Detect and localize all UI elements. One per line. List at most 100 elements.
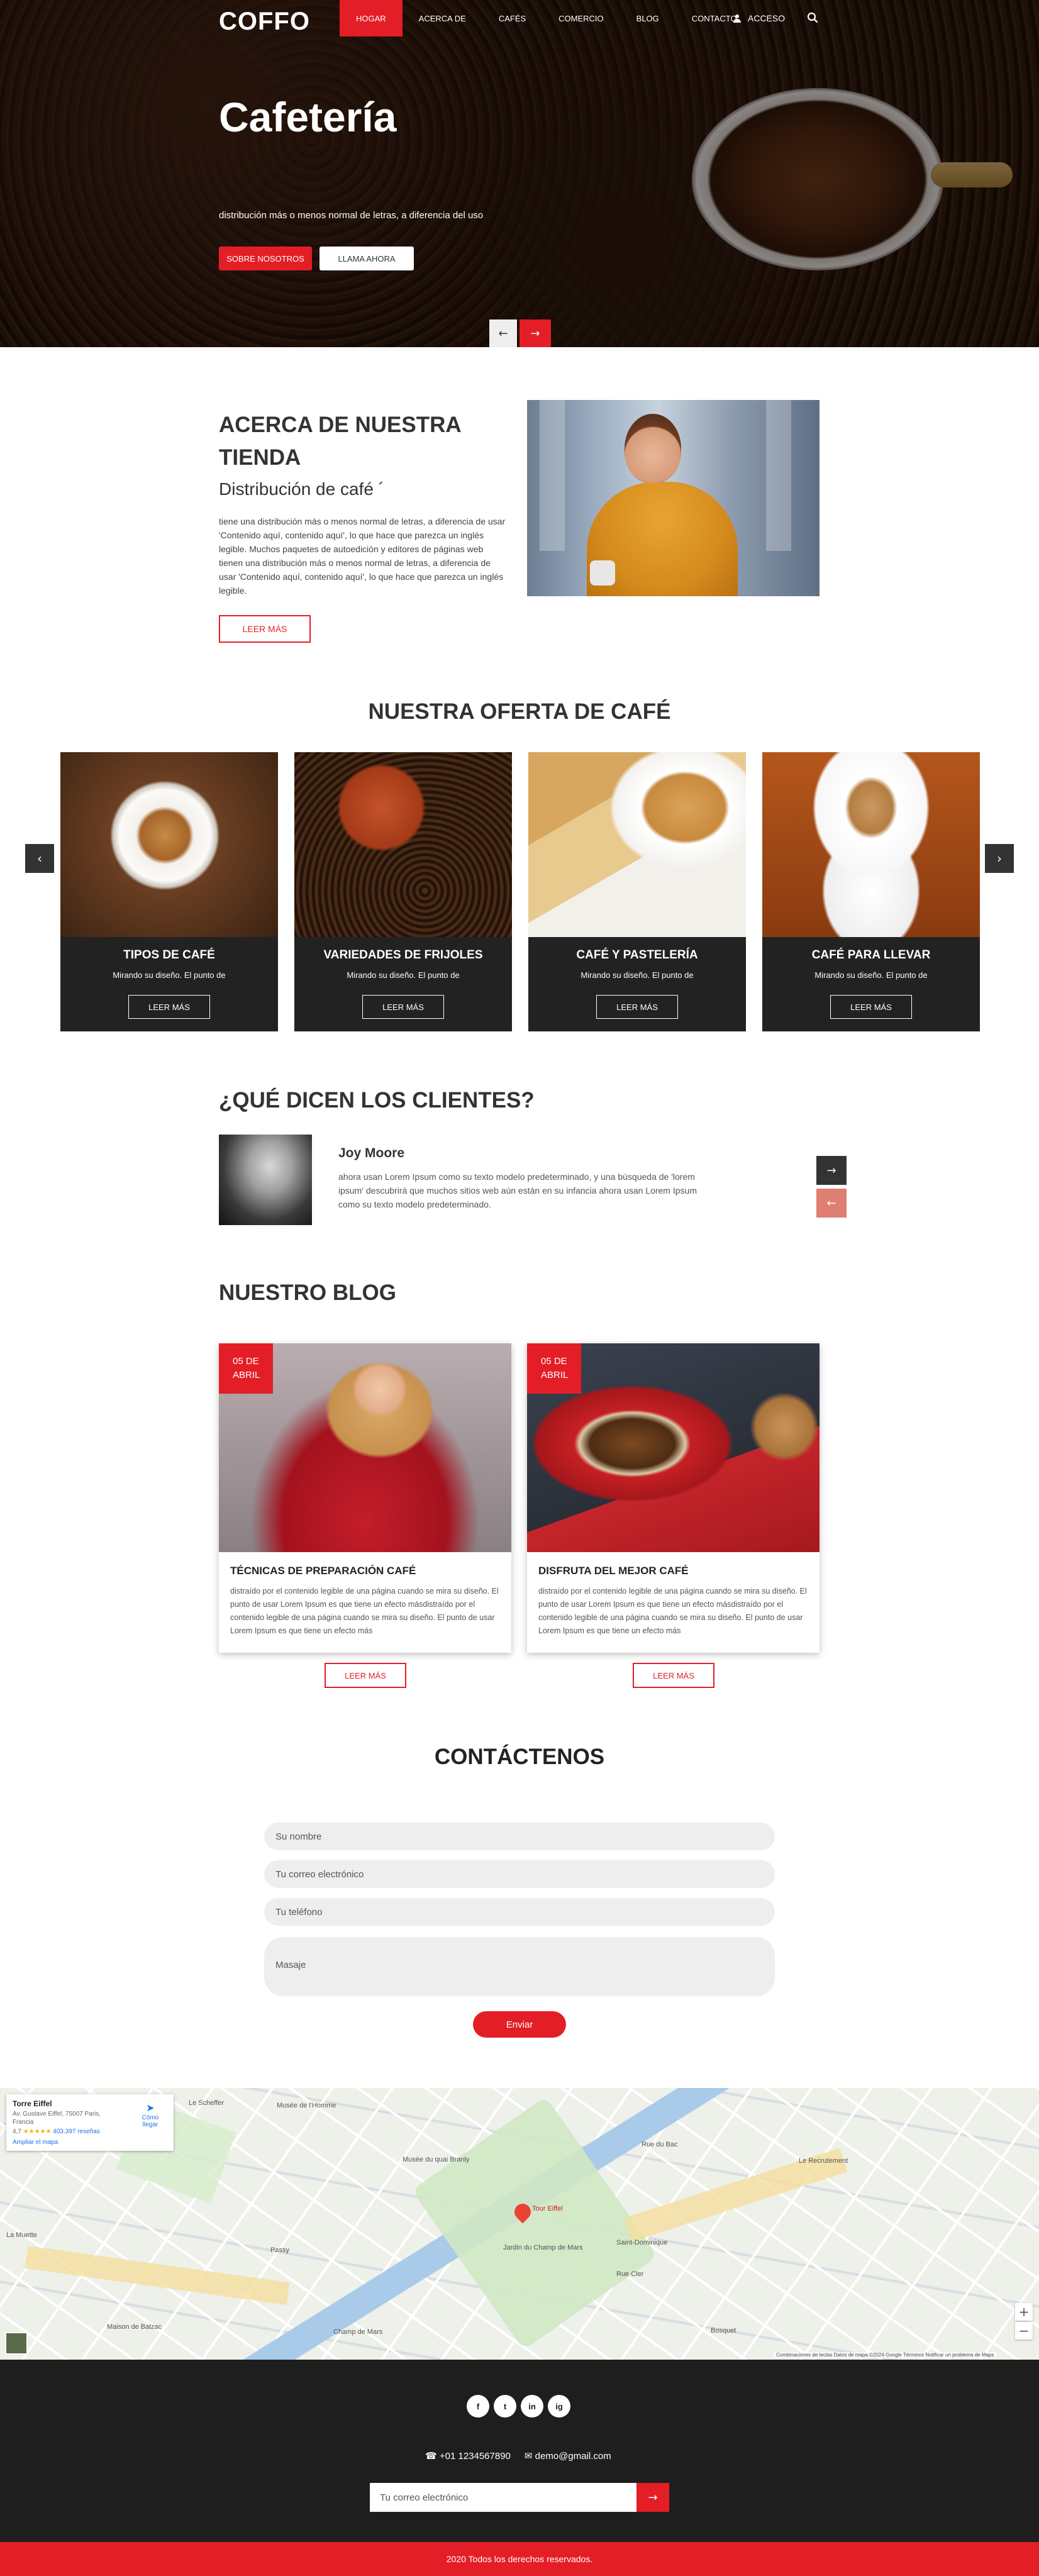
offer-desc: Mirando su diseño. El punto de xyxy=(113,970,226,980)
arrow-left-icon: ← xyxy=(498,326,508,340)
offer-name: TIPOS DE CAFÉ xyxy=(123,948,215,962)
offer-card: TIPOS DE CAFÉ Mirando su diseño. El punt… xyxy=(60,752,278,1031)
blog-date-badge: 05 DE ABRIL xyxy=(219,1343,273,1394)
email-address: demo@gmail.com xyxy=(535,2451,611,2462)
call-now-button[interactable]: LLAMA AHORA xyxy=(319,247,414,270)
enlarge-map-link[interactable]: Ampliar el mapa xyxy=(13,2139,167,2146)
newsletter-submit-button[interactable]: → xyxy=(636,2483,669,2512)
nav-item-coffees[interactable]: CAFÉS xyxy=(482,0,542,36)
map-label: Maison de Balzac xyxy=(107,2323,162,2331)
map-label: La Muette xyxy=(6,2231,37,2239)
map-park xyxy=(411,2096,658,2350)
directions-link[interactable]: ➤ Cómo llegar xyxy=(135,2102,166,2128)
map-label: Bosquet xyxy=(711,2327,736,2334)
offer-desc: Mirando su diseño. El punto de xyxy=(581,970,694,980)
map-pin-label: Tour Eiffel xyxy=(532,2205,563,2212)
message-textarea[interactable] xyxy=(264,1937,775,1996)
offer-next-button[interactable]: › xyxy=(985,844,1014,873)
offer-read-more-button[interactable]: LEER MÁS xyxy=(362,995,444,1019)
blog-post-title[interactable]: TÉCNICAS DE PREPARACIÓN CAFÉ xyxy=(230,1565,416,1577)
blog-date-month: ABRIL xyxy=(541,1370,569,1380)
about-read-more-button[interactable]: LEER MÁS xyxy=(219,615,311,643)
client-avatar xyxy=(219,1135,312,1225)
testimonials-title: ¿QUÉ DICEN LOS CLIENTES? xyxy=(219,1088,535,1113)
reviews-link[interactable]: 403.397 reseñas xyxy=(53,2128,100,2135)
blog-post-title[interactable]: DISFRUTA DEL MEJOR CAFÉ xyxy=(538,1565,689,1577)
coffee-pastry-photo xyxy=(528,752,746,937)
login-label: ACCESO xyxy=(748,13,786,23)
map-road xyxy=(25,2245,290,2306)
offer-read-more-button[interactable]: LEER MÁS xyxy=(596,995,678,1019)
about-text: tiene una distribución más o menos norma… xyxy=(219,516,506,596)
name-input[interactable] xyxy=(264,1823,775,1850)
about-us-button[interactable]: SOBRE NOSOTROS xyxy=(219,247,312,270)
facebook-icon[interactable]: f xyxy=(467,2395,489,2418)
arrow-right-icon: → xyxy=(530,326,540,340)
nav-item-blog[interactable]: BLOG xyxy=(620,0,675,36)
hero-next-button[interactable]: → xyxy=(520,319,551,347)
map-label: Rue du Bac xyxy=(642,2141,678,2148)
user-icon xyxy=(733,14,741,23)
offer-read-more-button[interactable]: LEER MÁS xyxy=(128,995,210,1019)
google-map[interactable]: Le Scheffer Musée de l'Homme La Muette P… xyxy=(0,2088,1039,2360)
offer-name: CAFÉ PARA LLEVAR xyxy=(811,948,931,962)
map-label: Rue Cler xyxy=(616,2270,644,2278)
blog-date-month: ABRIL xyxy=(233,1370,260,1380)
map-label: Le Recrutement xyxy=(799,2157,848,2165)
blog-read-more-button[interactable]: LEER MÁS xyxy=(325,1663,406,1688)
nav-item-home[interactable]: HOGAR xyxy=(340,0,403,36)
contact-title: CONTÁCTENOS xyxy=(434,1745,605,1769)
offer-desc: Mirando su diseño. El punto de xyxy=(347,970,460,980)
zoom-out-button[interactable]: − xyxy=(1015,2322,1033,2340)
linkedin-icon[interactable]: in xyxy=(521,2395,543,2418)
arrow-right-icon: → xyxy=(648,2490,658,2504)
email-input[interactable] xyxy=(264,1860,775,1888)
about-photo xyxy=(527,400,820,596)
map-attribution: Combinaciones de teclas Datos de mapa ©2… xyxy=(774,2352,997,2358)
rating-value: 4,7 xyxy=(13,2128,21,2135)
footer-phone[interactable]: ☎ +01 1234567890 xyxy=(425,2450,511,2462)
map-label: Musée du quai Branly xyxy=(403,2156,470,2163)
about-title: ACERCA DE NUESTRA TIENDA xyxy=(219,413,461,470)
testimonial-next-button[interactable]: → xyxy=(816,1156,847,1185)
search-icon xyxy=(807,12,818,23)
blog-post-text: distraído por el contenido legible de un… xyxy=(538,1587,807,1635)
mug-image xyxy=(590,560,615,586)
chevron-left-icon: ‹ xyxy=(37,851,42,866)
hero-prev-button[interactable]: ← xyxy=(489,319,517,347)
blog-read-more-button[interactable]: LEER MÁS xyxy=(633,1663,714,1688)
zoom-in-button[interactable]: + xyxy=(1015,2303,1033,2321)
offer-read-more-button[interactable]: LEER MÁS xyxy=(830,995,912,1019)
logo[interactable]: COFFO xyxy=(219,8,310,36)
woman-head xyxy=(625,414,681,483)
blog-date-badge: 05 DE ABRIL xyxy=(527,1343,581,1394)
offer-prev-button[interactable]: ‹ xyxy=(25,844,54,873)
directions-icon: ➤ xyxy=(146,2103,155,2114)
phone-input[interactable] xyxy=(264,1898,775,1926)
copyright-bar: 2020 Todos los derechos reservados. xyxy=(0,2542,1039,2576)
star-icon: ★★★★★ xyxy=(23,2128,52,2135)
map-label: Champ de Mars xyxy=(333,2328,383,2336)
instagram-icon[interactable]: ig xyxy=(548,2395,570,2418)
client-quote: ahora usan Lorem Ipsum como su texto mod… xyxy=(338,1172,697,1209)
hero-title: Cafetería xyxy=(219,94,397,140)
send-button[interactable]: Enviar xyxy=(473,2011,566,2038)
nav-item-about[interactable]: ACERCA DE xyxy=(403,0,482,36)
blog-date-day: 05 DE xyxy=(233,1356,259,1367)
footer-email[interactable]: ✉ demo@gmail.com xyxy=(525,2450,611,2462)
search-button[interactable] xyxy=(807,11,822,26)
offer-desc: Mirando su diseño. El punto de xyxy=(814,970,928,980)
social-links: f t in ig xyxy=(467,2395,570,2418)
nav-item-shop[interactable]: COMERCIO xyxy=(542,0,620,36)
testimonial-prev-button[interactable]: ← xyxy=(816,1189,847,1218)
newsletter-email-input[interactable] xyxy=(370,2483,636,2512)
map-place-card: Torre Eiffel Av. Gustave Eiffel, 75007 P… xyxy=(6,2094,174,2151)
map-label: Musée de l'Homme xyxy=(277,2102,336,2109)
cappuccino-photo xyxy=(762,752,980,937)
twitter-icon[interactable]: t xyxy=(494,2395,516,2418)
offer-card: VARIEDADES DE FRIJOLES Mirando su diseño… xyxy=(294,752,512,1031)
coffee-beans-photo xyxy=(294,752,512,937)
login-link[interactable]: ACCESO xyxy=(733,0,785,36)
satellite-toggle[interactable] xyxy=(5,2332,28,2355)
about-subtitle: Distribución de café ´ xyxy=(219,479,385,499)
